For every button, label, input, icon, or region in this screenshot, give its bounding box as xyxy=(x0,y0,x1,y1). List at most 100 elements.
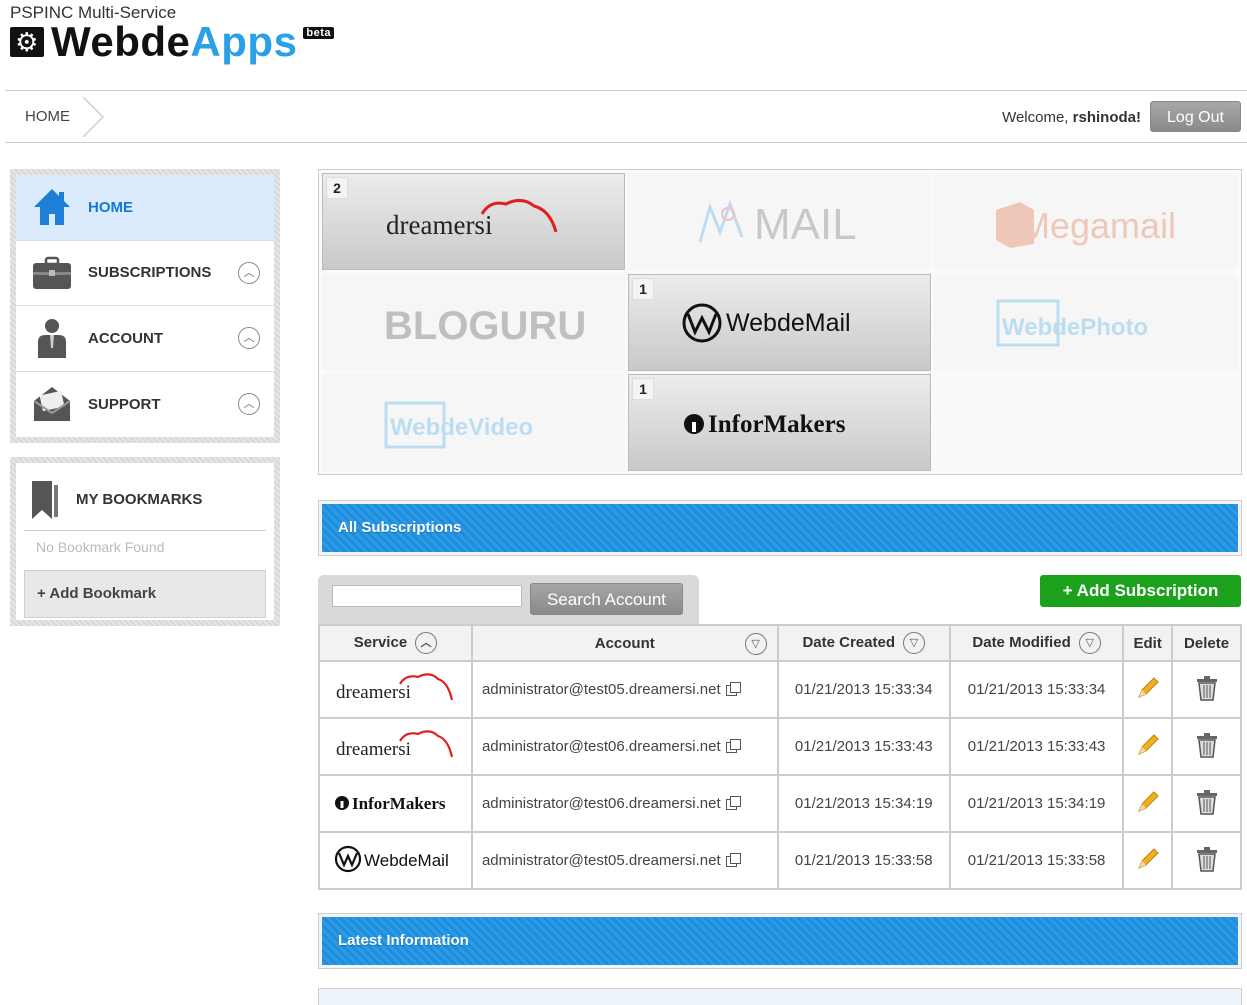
service-tile-bloguru: BLOGURU xyxy=(322,274,625,371)
filter-icon[interactable]: ▽ xyxy=(744,633,767,655)
latest-information-item xyxy=(318,988,1242,1005)
nav-label-home: HOME xyxy=(88,198,133,216)
external-link-icon[interactable] xyxy=(725,852,741,867)
trash-icon[interactable] xyxy=(1195,789,1219,815)
service-tile-megamail: Megamail xyxy=(934,173,1237,270)
subscription-count-badge: 1 xyxy=(632,378,654,400)
plus-icon: + xyxy=(37,585,50,602)
table-header-row: Service ︿ Account ▽ Date Created ▽ Date Mod… xyxy=(318,624,1242,662)
account-cell[interactable]: administrator@test05.dreamersi.net xyxy=(470,660,779,719)
dreamersi-logo: dreamersi xyxy=(386,198,557,240)
search-input[interactable] xyxy=(332,585,522,607)
nav-label-subscriptions: SUBSCRIPTIONS xyxy=(88,264,212,282)
informakers-logo-text: InforMakers xyxy=(708,411,846,438)
service-tile-dreamersi[interactable]: 2 dreamersi xyxy=(322,173,625,270)
table-row: dreamersi administrator@test06.dreamersi… xyxy=(318,717,1242,776)
bookmark-icon xyxy=(32,481,58,519)
briefcase-icon xyxy=(30,253,74,293)
trash-icon[interactable] xyxy=(1195,732,1219,758)
service-tile-webdemail[interactable]: 1 WebdeMail xyxy=(628,274,931,371)
expand-subscriptions-icon[interactable]: ︿ xyxy=(238,261,260,284)
col-header-date-modified[interactable]: Date Modified ▽ xyxy=(948,624,1125,662)
plus-icon: + xyxy=(1062,581,1077,600)
all-subscriptions-title: All Subscriptions xyxy=(322,504,1238,552)
latest-information-section: Latest Information xyxy=(318,913,1242,969)
service-tile-informakers[interactable]: 1 InforMakers xyxy=(628,374,931,471)
subscription-count-badge: 1 xyxy=(632,278,654,300)
date-created-cell: 01/21/2013 15:33:43 xyxy=(776,717,951,776)
megamail-logo-text: Megamail xyxy=(1020,205,1176,246)
nav-item-account[interactable]: ACCOUNT ︿ xyxy=(16,306,274,372)
webdemail-logo-text: WebdeMail xyxy=(726,309,851,337)
filter-icon[interactable]: ▽ xyxy=(1078,632,1101,654)
col-header-service[interactable]: Service ︿ xyxy=(318,624,473,662)
col-header-account[interactable]: Account ▽ xyxy=(470,624,779,662)
table-row: WebdeMail administrator@test05.dreamersi… xyxy=(318,831,1242,890)
nav-label-support: SUPPORT xyxy=(88,395,161,413)
delete-cell xyxy=(1171,717,1242,776)
date-modified-cell: 01/21/2013 15:34:19 xyxy=(948,774,1125,833)
add-bookmark-label: Add Bookmark xyxy=(49,585,157,602)
nav-item-subscriptions[interactable]: SUBSCRIPTIONS ︿ xyxy=(16,241,274,306)
search-panel: Search Account xyxy=(318,575,699,627)
service-cell: WebdeMail xyxy=(318,831,473,890)
bookmarks-title: MY BOOKMARKS xyxy=(28,479,202,519)
edit-pencil-icon[interactable] xyxy=(1135,846,1161,872)
subscriptions-table: Service ︿ Account ▽ Date Created ▽ Date Mod… xyxy=(318,624,1242,890)
nav-item-home[interactable]: HOME xyxy=(16,175,274,241)
edit-pencil-icon[interactable] xyxy=(1135,789,1161,815)
welcome-text: Welcome, rshinoda! xyxy=(1002,109,1141,126)
search-account-button[interactable]: Search Account xyxy=(530,583,683,615)
svg-text:dreamersi: dreamersi xyxy=(336,739,411,760)
service-cell: dreamersi xyxy=(318,660,473,719)
table-row: dreamersi administrator@test05.dreamersi… xyxy=(318,660,1242,719)
service-grid: 2 dreamersi MAIL Megamail BLOGURU 1 Webd… xyxy=(318,169,1242,475)
account-cell[interactable]: administrator@test06.dreamersi.net xyxy=(470,774,779,833)
edit-cell xyxy=(1122,660,1174,719)
col-header-date-created[interactable]: Date Created ▽ xyxy=(776,624,951,662)
add-subscription-button[interactable]: + Add Subscription xyxy=(1040,575,1241,607)
add-bookmark-button[interactable]: + Add Bookmark xyxy=(24,570,266,618)
svg-text:WebdeMail: WebdeMail xyxy=(364,851,449,870)
nav-label-account: ACCOUNT xyxy=(88,329,163,347)
svg-text:dreamersi: dreamersi xyxy=(336,682,411,703)
nav-item-support[interactable]: SUPPORT ︿ xyxy=(16,372,274,438)
edit-pencil-icon[interactable] xyxy=(1135,675,1161,701)
col-header-edit: Edit xyxy=(1122,624,1174,662)
beta-badge: beta xyxy=(303,27,335,39)
edit-cell xyxy=(1122,774,1174,833)
breadcrumb-home[interactable]: HOME xyxy=(25,108,70,125)
expand-account-icon[interactable]: ︿ xyxy=(238,327,260,349)
external-link-icon[interactable] xyxy=(725,795,741,810)
mail-logo: MAIL xyxy=(698,199,856,249)
filter-icon[interactable]: ▽ xyxy=(903,632,925,654)
subscription-count-badge: 2 xyxy=(326,177,348,199)
bloguru-logo-text: BLOGURU xyxy=(384,304,584,348)
external-link-icon[interactable] xyxy=(725,681,741,696)
expand-support-icon[interactable]: ︿ xyxy=(238,392,260,415)
edit-pencil-icon[interactable] xyxy=(1135,732,1161,758)
add-subscription-label: Add Subscription xyxy=(1076,581,1219,600)
service-cell: dreamersi xyxy=(318,717,473,776)
brand-logo[interactable]: PSPINC Multi-Service ⚙ Webde Apps beta xyxy=(10,3,335,63)
delete-cell xyxy=(1171,774,1242,833)
date-modified-cell: 01/21/2013 15:33:43 xyxy=(948,717,1125,776)
account-cell[interactable]: administrator@test05.dreamersi.net xyxy=(470,831,779,890)
dreamersi-logo: dreamersi xyxy=(336,672,454,703)
trash-icon[interactable] xyxy=(1195,846,1219,872)
date-created-cell: 01/21/2013 15:33:34 xyxy=(776,660,951,719)
webdephoto-logo: WebdePhoto xyxy=(996,299,1148,346)
edit-cell xyxy=(1122,717,1174,776)
sidebar-nav: HOME SUBSCRIPTIONS ︿ ACCOUNT ︿ SUPPORT ︿ xyxy=(10,169,280,443)
bookmarks-panel: MY BOOKMARKS No Bookmark Found + Add Boo… xyxy=(10,457,280,626)
account-cell[interactable]: administrator@test06.dreamersi.net xyxy=(470,717,779,776)
bookmarks-divider xyxy=(24,530,266,531)
trash-icon[interactable] xyxy=(1195,675,1219,701)
logout-button[interactable]: Log Out xyxy=(1150,101,1241,132)
external-link-icon[interactable] xyxy=(725,738,741,753)
gear-icon: ⚙ xyxy=(10,27,44,57)
service-cell: InforMakers xyxy=(318,774,473,833)
sort-icon[interactable]: ︿ xyxy=(415,632,438,654)
home-icon xyxy=(30,187,74,227)
all-subscriptions-section: All Subscriptions xyxy=(318,500,1242,556)
